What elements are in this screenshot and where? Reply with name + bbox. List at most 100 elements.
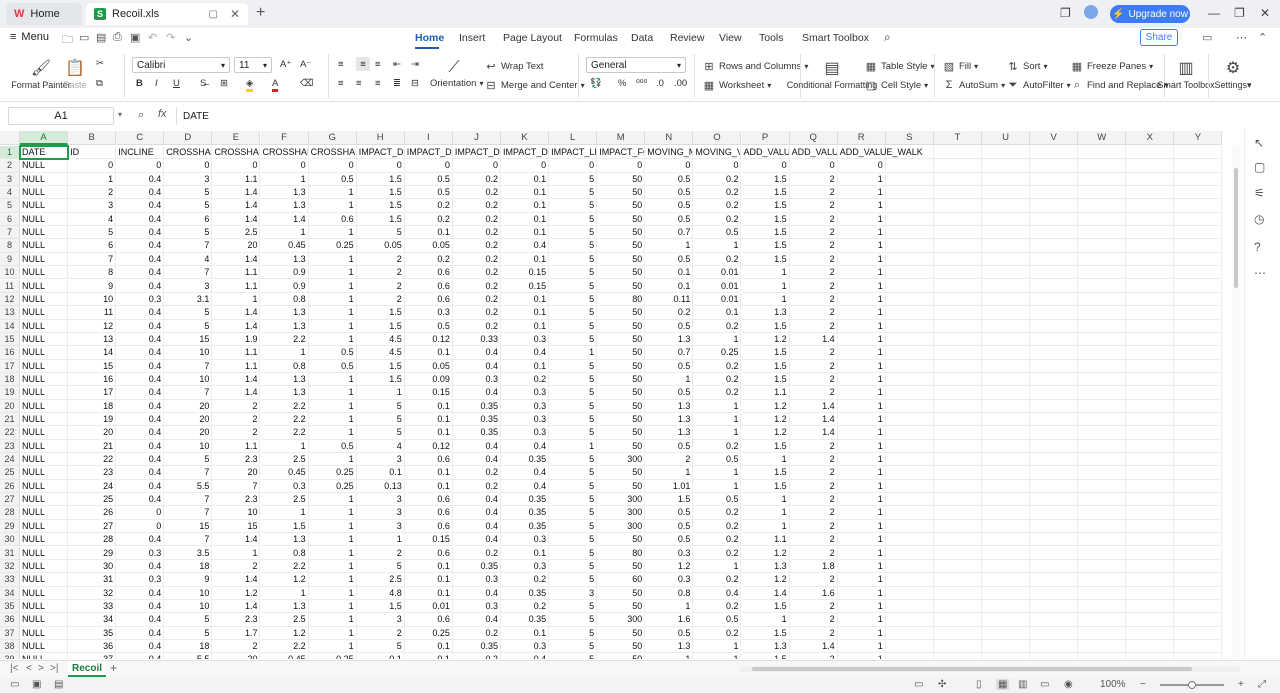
number-format-select[interactable]: General ▾ bbox=[586, 57, 686, 73]
zoom-in-icon[interactable]: + bbox=[1238, 679, 1244, 690]
table-cell[interactable] bbox=[982, 186, 1031, 200]
table-cell[interactable] bbox=[1030, 252, 1079, 267]
table-cell[interactable]: 5 bbox=[549, 319, 598, 333]
table-cell[interactable]: 10 bbox=[68, 292, 117, 307]
table-cell[interactable] bbox=[1078, 439, 1127, 454]
row-header[interactable]: 37 bbox=[0, 626, 20, 640]
table-cell[interactable]: 0.12 bbox=[404, 439, 453, 454]
row-header[interactable]: 9 bbox=[0, 252, 20, 267]
table-cell[interactable] bbox=[1078, 613, 1127, 627]
table-cell[interactable] bbox=[1126, 533, 1175, 547]
table-cell[interactable] bbox=[1174, 586, 1223, 600]
percent-icon[interactable]: % bbox=[618, 78, 626, 89]
table-cell[interactable]: NULL bbox=[20, 426, 69, 440]
table-cell[interactable]: 11 bbox=[68, 306, 117, 320]
table-cell[interactable] bbox=[1126, 653, 1175, 659]
table-cell[interactable]: 50 bbox=[597, 212, 646, 227]
table-cell[interactable]: 5 bbox=[164, 226, 213, 240]
table-cell[interactable] bbox=[1078, 479, 1127, 494]
table-cell[interactable]: 5.5 bbox=[164, 479, 213, 494]
table-cell[interactable]: 4.5 bbox=[356, 332, 405, 347]
table-cell[interactable]: 1 bbox=[308, 519, 357, 534]
table-cell[interactable]: 0.35 bbox=[452, 639, 501, 654]
table-cell[interactable]: 1.3 bbox=[645, 639, 694, 654]
table-cell[interactable]: 5 bbox=[549, 413, 598, 427]
header-cell[interactable]: INCLINE bbox=[116, 146, 165, 160]
table-cell[interactable]: 1.3 bbox=[260, 599, 309, 614]
table-cell[interactable] bbox=[1126, 226, 1175, 240]
window-mode-icon[interactable]: ❐ bbox=[1060, 6, 1071, 20]
indent-decrease-icon[interactable]: ⇤ bbox=[393, 59, 401, 70]
table-cell[interactable]: 1 bbox=[260, 346, 309, 360]
table-cell[interactable] bbox=[1030, 159, 1079, 173]
table-cell[interactable]: 1.4 bbox=[212, 319, 261, 333]
table-cell[interactable]: 300 bbox=[597, 453, 646, 467]
table-cell[interactable]: 2.5 bbox=[260, 613, 309, 627]
table-cell[interactable]: 0.1 bbox=[501, 186, 550, 200]
table-cell[interactable] bbox=[1078, 372, 1127, 387]
table-cell[interactable] bbox=[885, 239, 934, 253]
header-cell[interactable]: IMPACT_DC bbox=[501, 146, 550, 160]
table-cell[interactable]: 0.2 bbox=[452, 239, 501, 253]
table-cell[interactable]: 0.4 bbox=[116, 332, 165, 347]
table-cell[interactable] bbox=[1078, 386, 1127, 400]
table-cell[interactable] bbox=[933, 399, 982, 413]
table-cell[interactable] bbox=[1030, 346, 1079, 360]
table-cell[interactable]: NULL bbox=[20, 346, 69, 360]
table-cell[interactable] bbox=[885, 559, 934, 574]
table-cell[interactable]: 0.6 bbox=[308, 212, 357, 227]
table-cell[interactable]: 0 bbox=[116, 519, 165, 534]
table-cell[interactable]: 0.7 bbox=[645, 346, 694, 360]
table-cell[interactable] bbox=[885, 226, 934, 240]
table-cell[interactable]: 1 bbox=[308, 399, 357, 413]
table-cell[interactable]: 19 bbox=[68, 413, 117, 427]
table-cell[interactable] bbox=[982, 226, 1031, 240]
table-cell[interactable]: NULL bbox=[20, 212, 69, 227]
table-cell[interactable]: 1.4 bbox=[212, 573, 261, 587]
table-cell[interactable]: 0.4 bbox=[116, 599, 165, 614]
table-cell[interactable]: 1.2 bbox=[741, 332, 790, 347]
table-cell[interactable]: 0.2 bbox=[501, 599, 550, 614]
table-cell[interactable]: 1.6 bbox=[645, 613, 694, 627]
table-cell[interactable] bbox=[1078, 359, 1127, 373]
conditional-formatting-button[interactable]: ▤ Conditional Formatting bbox=[787, 58, 878, 90]
vertical-scroll-thumb[interactable] bbox=[1234, 168, 1238, 288]
table-cell[interactable]: NULL bbox=[20, 533, 69, 547]
table-cell[interactable] bbox=[1030, 186, 1079, 200]
table-cell[interactable] bbox=[982, 479, 1031, 494]
table-cell[interactable] bbox=[1030, 413, 1079, 427]
table-cell[interactable]: 0.8 bbox=[260, 359, 309, 373]
table-cell[interactable]: 0.4 bbox=[116, 346, 165, 360]
table-cell[interactable]: 60 bbox=[597, 573, 646, 587]
tab-file[interactable]: S Recoil.xls ▢ ✕ bbox=[86, 3, 248, 25]
table-cell[interactable]: 0.4 bbox=[452, 493, 501, 507]
table-cell[interactable] bbox=[1126, 479, 1175, 494]
table-cell[interactable]: 1.1 bbox=[212, 266, 261, 280]
table-cell[interactable] bbox=[885, 639, 934, 654]
formula-input[interactable]: DATE bbox=[176, 107, 1234, 125]
row-header[interactable]: 14 bbox=[0, 319, 20, 333]
table-cell[interactable]: 1.5 bbox=[356, 212, 405, 227]
table-cell[interactable] bbox=[982, 613, 1031, 627]
table-cell[interactable]: 0.1 bbox=[404, 399, 453, 413]
table-cell[interactable]: 2 bbox=[789, 239, 838, 253]
column-header-v[interactable]: V bbox=[1030, 131, 1079, 145]
table-cell[interactable]: NULL bbox=[20, 519, 69, 534]
table-cell[interactable]: NULL bbox=[20, 546, 69, 560]
table-cell[interactable] bbox=[1078, 199, 1127, 213]
more-icon[interactable]: ⋯ bbox=[1236, 31, 1247, 44]
close-tab-icon[interactable]: ✕ bbox=[230, 7, 240, 21]
table-cell[interactable]: 0.25 bbox=[693, 346, 742, 360]
table-cell[interactable]: 0.2 bbox=[404, 212, 453, 227]
table-cell[interactable]: 1.4 bbox=[789, 332, 838, 347]
table-cell[interactable]: 1.2 bbox=[260, 626, 309, 640]
table-cell[interactable]: 5 bbox=[549, 199, 598, 213]
table-cell[interactable]: 0.45 bbox=[261, 653, 309, 659]
name-box[interactable]: A1 bbox=[8, 107, 114, 125]
align-middle-icon[interactable]: ≡ bbox=[356, 57, 370, 71]
table-cell[interactable]: 7 bbox=[164, 239, 213, 253]
new-file-icon[interactable]: 🗀 bbox=[62, 31, 73, 50]
table-cell[interactable] bbox=[933, 292, 982, 307]
read-mode-icon[interactable]: ▭ bbox=[914, 679, 923, 690]
table-cell[interactable]: 3 bbox=[356, 506, 405, 520]
